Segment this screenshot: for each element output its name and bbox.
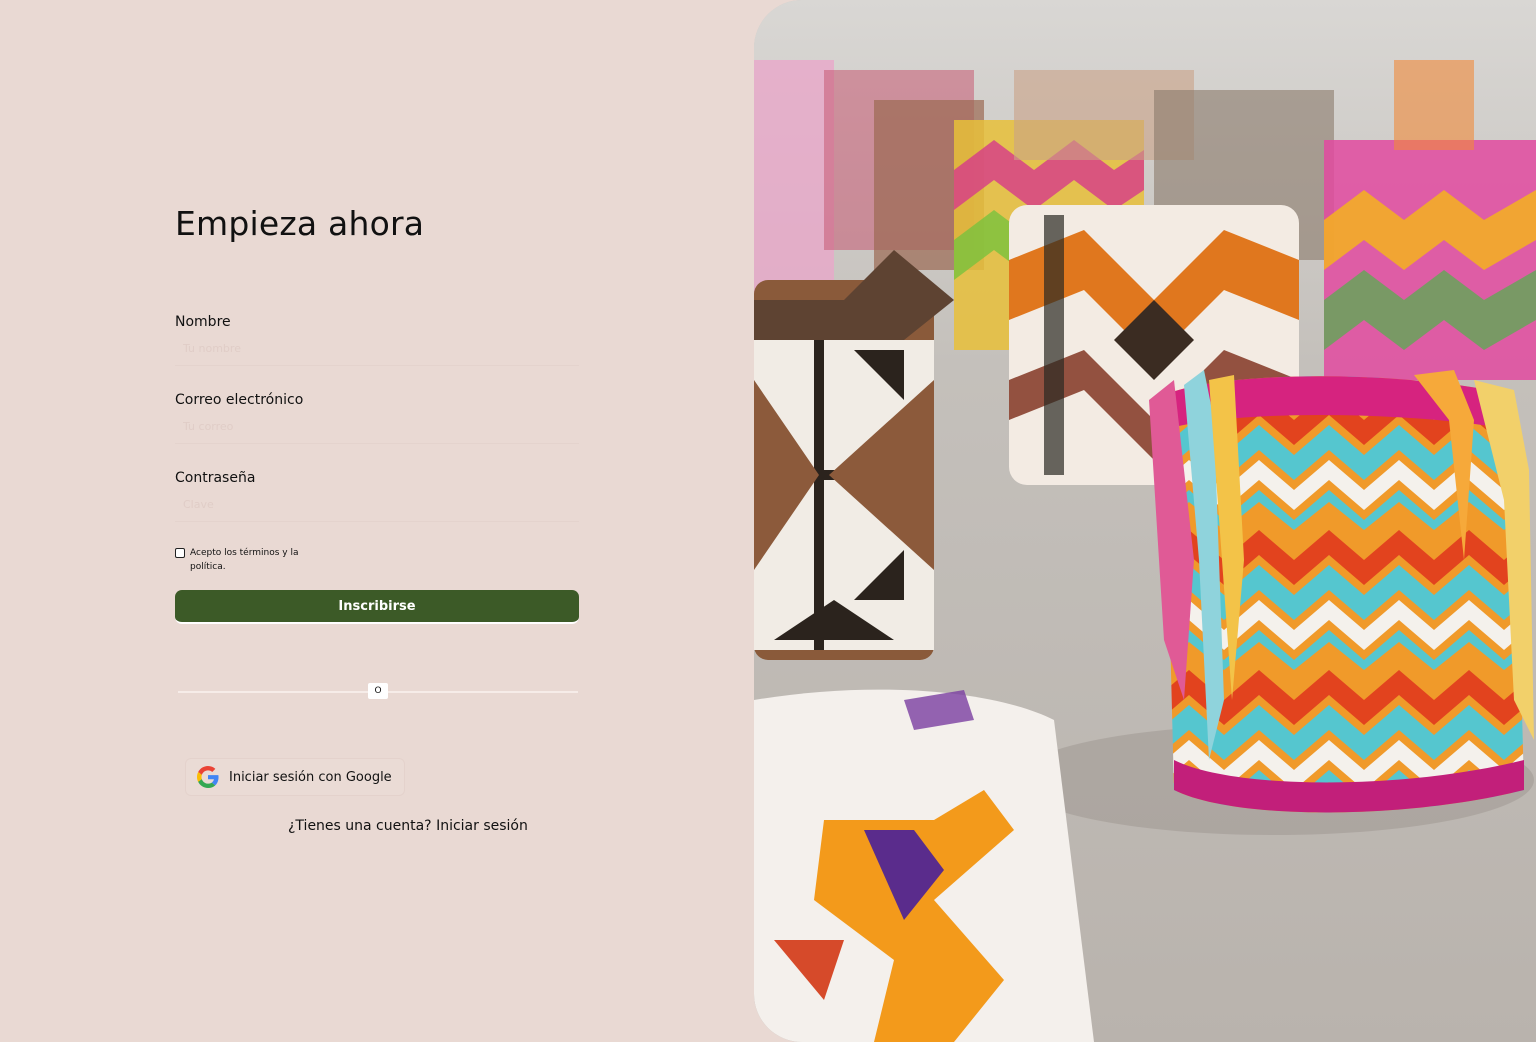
- email-input[interactable]: [175, 410, 579, 444]
- google-signin-label: Iniciar sesión con Google: [229, 769, 392, 785]
- divider-line-left: [178, 691, 368, 693]
- signup-panel: Empieza ahora Nombre Correo electrónico …: [0, 0, 754, 1042]
- google-signin-button[interactable]: Iniciar sesión con Google: [185, 758, 405, 796]
- email-label: Correo electrónico: [175, 392, 304, 408]
- terms-label: Acepto los términos y la política.: [190, 548, 299, 572]
- divider-line-right: [388, 691, 578, 693]
- hero-image: [754, 0, 1536, 1042]
- divider-label: O: [368, 683, 388, 699]
- google-logo-icon: [197, 766, 219, 788]
- login-link[interactable]: ¿Tienes una cuenta? Iniciar sesión: [288, 818, 528, 834]
- signup-button[interactable]: Inscribirse: [175, 590, 579, 624]
- password-input[interactable]: [175, 488, 579, 522]
- password-label: Contraseña: [175, 470, 256, 486]
- page-title: Empieza ahora: [175, 204, 425, 243]
- name-input[interactable]: [175, 332, 579, 366]
- terms-checkbox[interactable]: [175, 548, 185, 558]
- terms-row: Acepto los términos y la política.: [175, 546, 335, 574]
- name-label: Nombre: [175, 314, 231, 330]
